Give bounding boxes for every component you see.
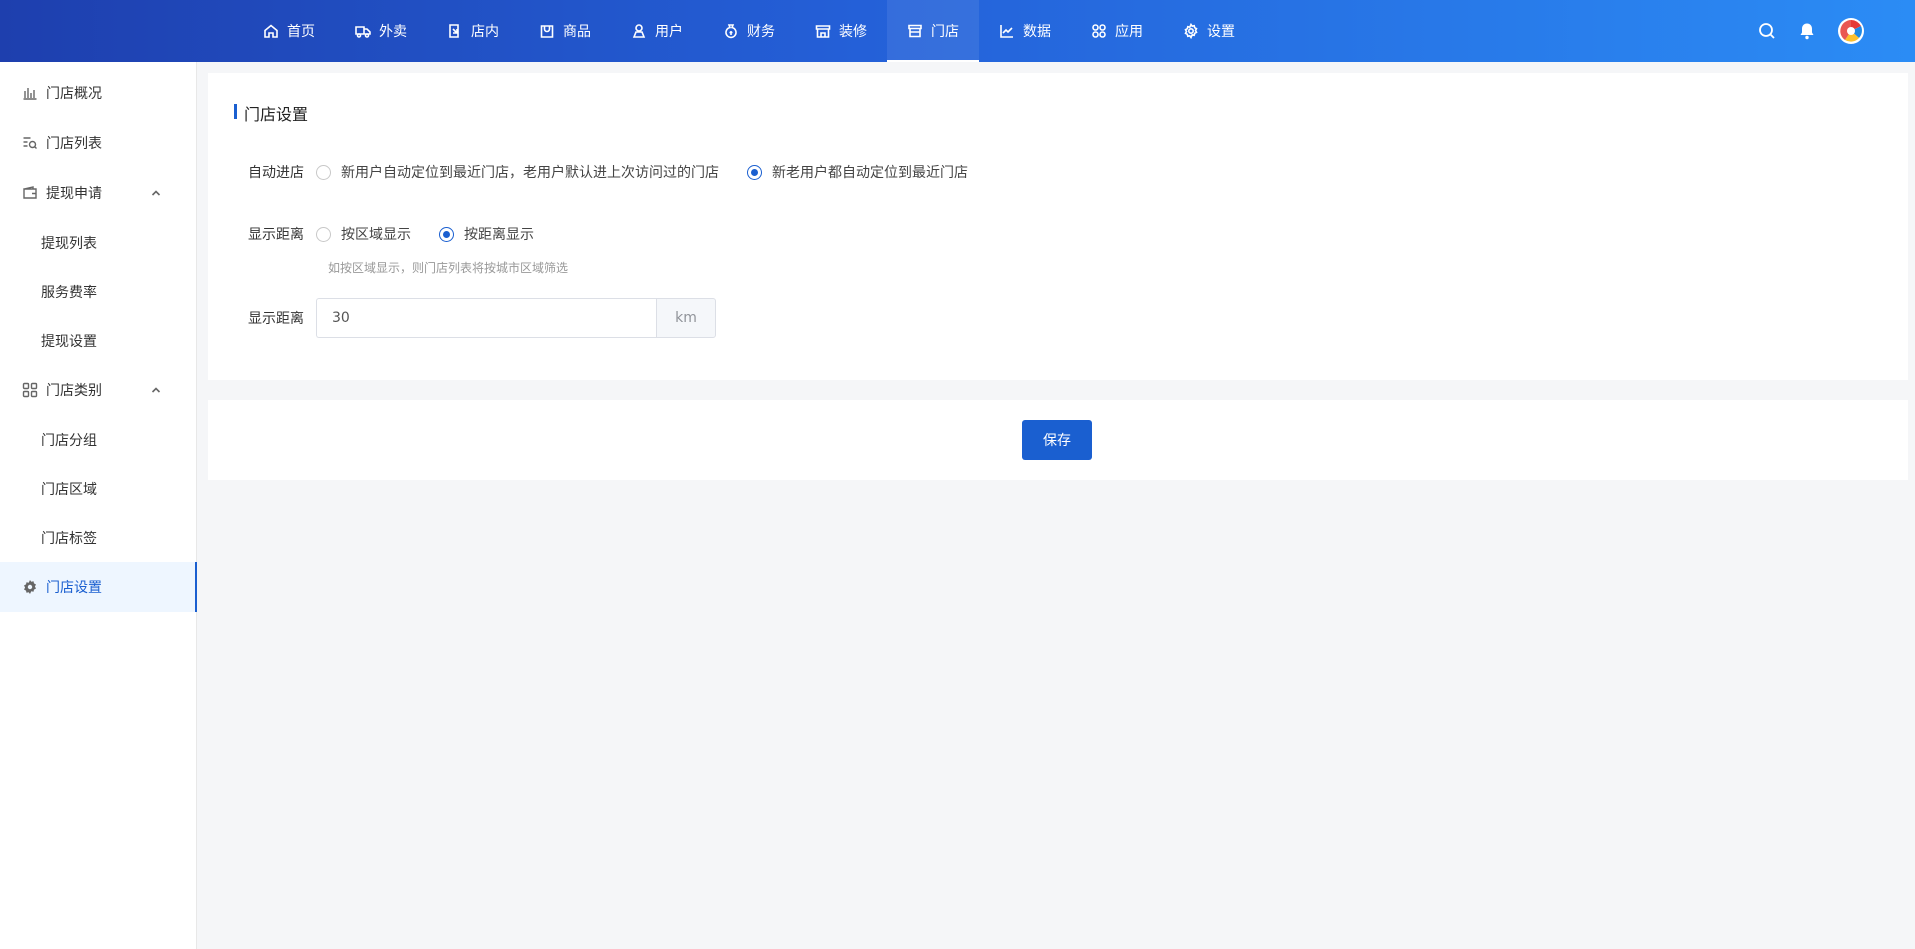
store-settings-panel: 门店设置 自动进店 新用户自动定位到最近门店，老用户默认进上次访问过的门店 新老…: [208, 73, 1908, 380]
nav-item-label: 门店: [931, 24, 959, 40]
radio-circle: [439, 226, 454, 242]
nav-item-goods[interactable]: 商品: [519, 0, 611, 62]
save-button[interactable]: 保存: [1022, 420, 1092, 460]
sidebar-subitem-store-tags[interactable]: 门店标签: [0, 513, 196, 562]
nav-item-label: 外卖: [379, 24, 407, 40]
nav-item-label: 数据: [1023, 24, 1051, 40]
distance-input-group: km: [316, 298, 716, 338]
nav-item-user[interactable]: 用户: [611, 0, 703, 62]
top-navigation-bar: 首页 外卖 店内 商品 用户 财务 装修 门店 数据 应用 设置: [0, 0, 1915, 62]
nav-item-label: 设置: [1207, 24, 1235, 40]
nav-item-data[interactable]: 数据: [979, 0, 1071, 62]
list-search-icon: [22, 135, 38, 151]
delivery-icon: [355, 23, 371, 39]
nav-item-label: 装修: [839, 24, 867, 40]
apps-icon: [1091, 23, 1107, 39]
goods-icon: [539, 23, 555, 39]
nav-item-apps[interactable]: 应用: [1071, 0, 1163, 62]
decorate-icon: [815, 23, 831, 39]
auto-enter-option-nearest[interactable]: 新老用户都自动定位到最近门店: [747, 162, 968, 182]
auto-enter-label: 自动进店: [248, 165, 304, 181]
wallet-icon: [22, 185, 38, 201]
home-icon: [263, 23, 279, 39]
distance-label: 显示距离: [248, 311, 304, 327]
nav-item-finance[interactable]: 财务: [703, 0, 795, 62]
sidebar-item-store-settings[interactable]: 门店设置: [0, 562, 197, 612]
distance-unit: km: [656, 298, 716, 338]
sidebar-subitem-store-region[interactable]: 门店区域: [0, 464, 196, 513]
distance-input[interactable]: [316, 298, 656, 338]
sidebar-item-label: 门店列表: [46, 136, 102, 152]
bell-icon[interactable]: [1797, 21, 1817, 41]
radio-label: 按区域显示: [341, 227, 411, 243]
dine-in-icon: [447, 23, 463, 39]
radio-label: 新用户自动定位到最近门店，老用户默认进上次访问过的门店: [341, 165, 719, 181]
nav-item-decorate[interactable]: 装修: [795, 0, 887, 62]
radio-label: 新老用户都自动定位到最近门店: [772, 165, 968, 181]
display-mode-option-region[interactable]: 按区域显示: [316, 224, 411, 244]
search-icon[interactable]: [1757, 21, 1777, 41]
bar-chart-icon: [22, 85, 38, 101]
chevron-up-icon: [150, 187, 162, 199]
nav-item-label: 用户: [655, 24, 683, 40]
sidebar-item-category[interactable]: 门店类别: [0, 365, 196, 415]
top-right-tools: [1737, 0, 1865, 62]
nav-item-label: 首页: [287, 24, 315, 40]
grid-icon: [22, 382, 38, 398]
auto-enter-row: 自动进店 新用户自动定位到最近门店，老用户默认进上次访问过的门店 新老用户都自动…: [208, 162, 996, 182]
sidebar-item-label: 门店类别: [46, 383, 102, 399]
data-chart-icon: [999, 23, 1015, 39]
finance-icon: [723, 23, 739, 39]
display-mode-hint: 如按区域显示，则门店列表将按城市区域筛选: [328, 261, 569, 275]
store-icon: [907, 23, 923, 39]
radio-label: 按距离显示: [464, 227, 534, 243]
user-icon: [631, 23, 647, 39]
display-mode-option-distance[interactable]: 按距离显示: [439, 224, 534, 244]
sidebar-item-store-list[interactable]: 门店列表: [0, 118, 196, 168]
nav-item-home[interactable]: 首页: [243, 0, 335, 62]
page-title: 门店设置: [234, 101, 308, 125]
nav-item-label: 店内: [471, 24, 499, 40]
sidebar-item-label: 提现申请: [46, 186, 102, 202]
radio-circle: [316, 226, 331, 242]
sidebar-item-overview[interactable]: 门店概况: [0, 68, 196, 118]
radio-circle: [316, 164, 331, 180]
nav-item-label: 商品: [563, 24, 591, 40]
sidebar-subitem-withdraw-list[interactable]: 提现列表: [0, 218, 196, 267]
sidebar-subitem-withdraw-settings[interactable]: 提现设置: [0, 316, 196, 365]
gear-icon: [1183, 23, 1199, 39]
sidebar: 门店概况 门店列表 提现申请 提现列表 服务费率 提现设置 门店类别 门店分组 …: [0, 62, 197, 949]
sidebar-item-label: 门店设置: [46, 580, 102, 596]
sidebar-subitem-service-rate[interactable]: 服务费率: [0, 267, 196, 316]
nav-item-settings[interactable]: 设置: [1163, 0, 1255, 62]
distance-row: 显示距离 km: [208, 298, 716, 338]
main-nav: 首页 外卖 店内 商品 用户 财务 装修 门店 数据 应用 设置: [243, 0, 1255, 62]
radio-circle: [747, 164, 762, 180]
display-mode-label: 显示距离: [248, 227, 304, 243]
avatar[interactable]: [1837, 17, 1865, 45]
nav-item-delivery[interactable]: 外卖: [335, 0, 427, 62]
nav-item-label: 应用: [1115, 24, 1143, 40]
auto-enter-option-default[interactable]: 新用户自动定位到最近门店，老用户默认进上次访问过的门店: [316, 162, 719, 182]
gear-icon: [22, 579, 38, 595]
nav-item-store[interactable]: 门店: [887, 0, 979, 62]
chevron-up-icon: [150, 384, 162, 396]
display-mode-row: 显示距离 按区域显示 按距离显示: [208, 224, 562, 244]
sidebar-item-withdraw[interactable]: 提现申请: [0, 168, 196, 218]
sidebar-item-label: 门店概况: [46, 86, 102, 102]
nav-item-dine-in[interactable]: 店内: [427, 0, 519, 62]
action-bar: 保存: [208, 400, 1908, 480]
nav-item-label: 财务: [747, 24, 775, 40]
sidebar-subitem-store-group[interactable]: 门店分组: [0, 415, 196, 464]
